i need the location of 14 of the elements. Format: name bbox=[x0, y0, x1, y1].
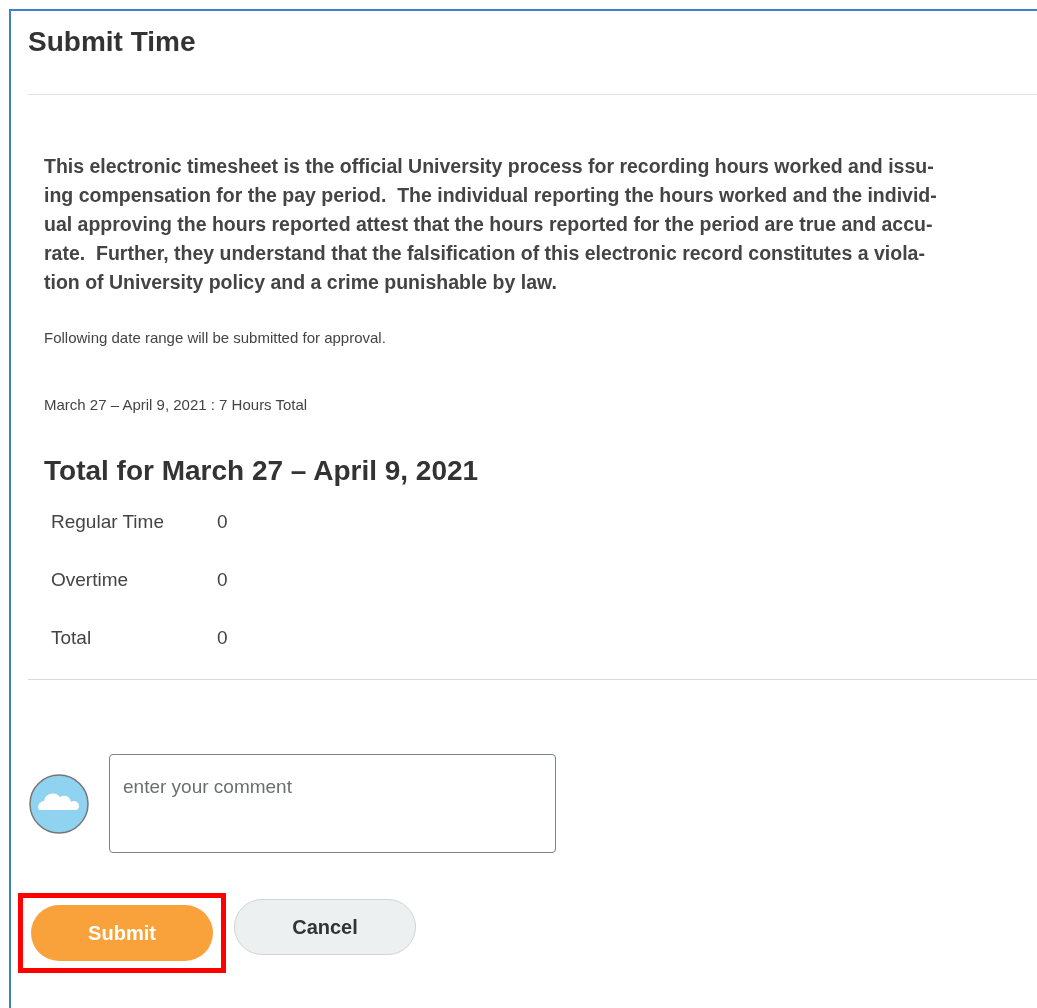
totals-value: 0 bbox=[217, 568, 228, 592]
totals-value: 0 bbox=[217, 510, 228, 534]
totals-label: Total bbox=[51, 626, 93, 650]
totals-heading: Total for March 27 – April 9, 2021 bbox=[44, 454, 479, 488]
totals-value: 0 bbox=[217, 626, 228, 650]
cloud-avatar-icon bbox=[29, 773, 89, 834]
totals-label: Overtime bbox=[51, 568, 130, 592]
notice-paragraph: This electronic timesheet is the official University process for recording hours worked and issu- ing compensation for the pay period. The individual reporting the hours worked and the individ- ual approving the hours reported attest that the hours reported for the period are true and accu- rate. Further, they understand that the falsification of this electronic record constitutes a viola- tion of University policy and a crime punishable by law. bbox=[44, 154, 937, 295]
cancel-button[interactable]: Cancel bbox=[234, 899, 416, 955]
comment-field[interactable]: enter your comment bbox=[109, 754, 556, 853]
page-title: Submit Time bbox=[28, 25, 196, 59]
info-text: Following date range will be submitted for approval. bbox=[44, 328, 386, 348]
range-summary: March 27 – April 9, 2021 : 7 Hours Total bbox=[44, 394, 308, 415]
totals-label: Regular Time bbox=[51, 510, 165, 534]
